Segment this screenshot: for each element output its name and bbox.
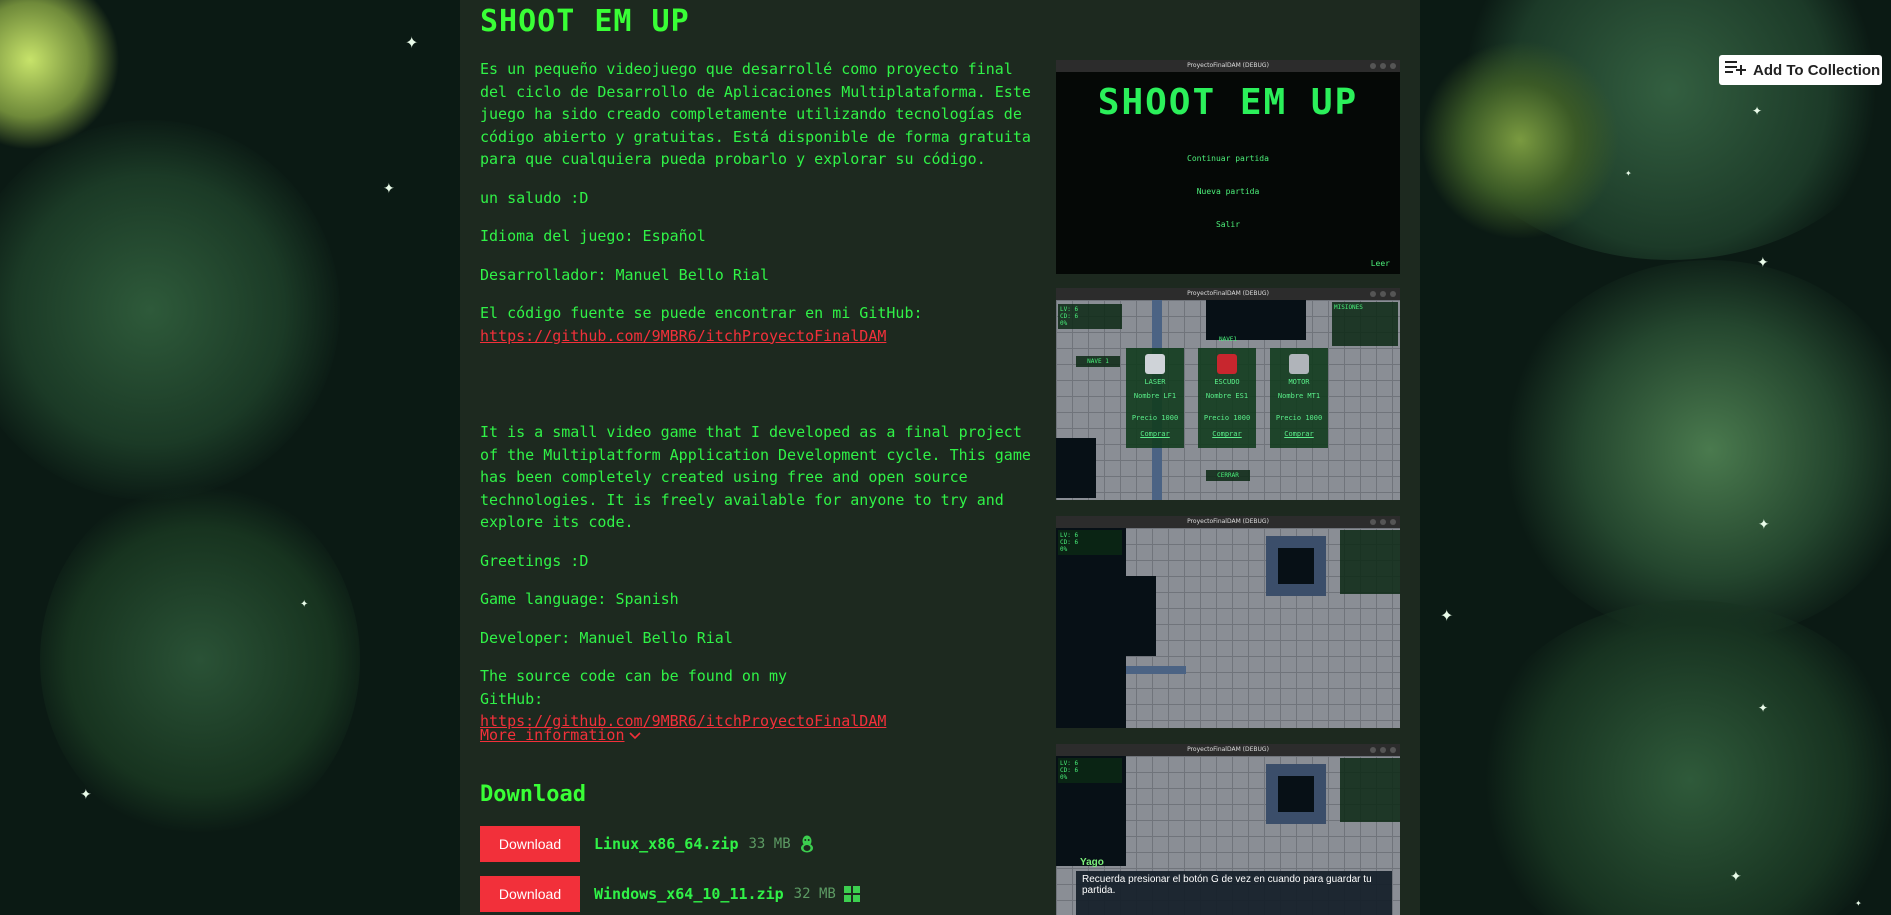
ship-label: NAVE 1 <box>1076 356 1120 367</box>
download-file-name: Windows_x64_10_11.zip <box>594 885 784 903</box>
dialog-box: Yago Recuerda presionar el botón G de ve… <box>1076 857 1392 915</box>
game-title: SHOOT EM UP <box>480 4 690 39</box>
more-information-link[interactable]: More information <box>480 726 641 744</box>
download-file-size: 33 MB <box>748 836 791 852</box>
more-information-label: More information <box>480 726 625 744</box>
player-hud: LV: 6 CD: 6 0% <box>1058 758 1122 783</box>
description-es-intro: Es un pequeño videojuego que desarrollé … <box>480 60 1031 168</box>
linux-icon <box>799 835 815 853</box>
window-title: ProyectoFinalDAM (DEBUG) <box>1187 290 1269 297</box>
screenshot-gameplay[interactable]: ProyectoFinalDAM (DEBUG) LV: 6 CD: 6 0% <box>1056 516 1400 728</box>
chevron-down-icon <box>628 726 641 744</box>
description-en-developer: Developer: Manuel Bello Rial <box>480 628 733 647</box>
download-file-size: 32 MB <box>793 886 836 902</box>
menu-exit: Salir <box>1215 220 1241 229</box>
download-row: Download Windows_x64_10_11.zip 32 MB <box>480 876 860 912</box>
add-to-collection-label: Add To Collection <box>1753 61 1881 79</box>
download-file-name: Linux_x86_64.zip <box>594 835 739 853</box>
description-es-language: Idioma del juego: Español <box>480 227 706 245</box>
window-titlebar: ProyectoFinalDAM (DEBUG) <box>1056 744 1400 756</box>
add-to-collection-button[interactable]: Add To Collection <box>1719 55 1882 85</box>
shop-item-engine: MOTOR Nombre MT1 Precio 1000 Comprar <box>1270 348 1328 448</box>
description-es-greeting: un saludo :D <box>480 188 589 207</box>
playlist-add-icon <box>1725 60 1753 80</box>
game-description: Es un pequeño videojuego que desarrollé … <box>480 58 1032 749</box>
shop-close: CERRAR <box>1206 470 1250 481</box>
shop-header: NAVE1 <box>1218 336 1238 343</box>
window-titlebar: ProyectoFinalDAM (DEBUG) <box>1056 516 1400 528</box>
window-titlebar: ProyectoFinalDAM (DEBUG) <box>1056 60 1400 72</box>
engine-icon <box>1289 354 1309 374</box>
download-button[interactable]: Download <box>480 826 580 862</box>
dialog-text: Recuerda presionar el botón G de vez en … <box>1082 874 1372 896</box>
missions-panel <box>1340 530 1400 594</box>
laser-icon <box>1145 354 1165 374</box>
description-en-greeting: Greetings :D <box>480 551 589 570</box>
player-hud: LV: 6 CD: 6 0% <box>1058 530 1122 555</box>
game-logo: SHOOT EM UP <box>1097 82 1359 123</box>
github-link-es[interactable]: https://github.com/9MBR6/itchProyectoFin… <box>480 327 886 345</box>
menu-read: Leer <box>1370 259 1390 268</box>
description-es-source: El código fuente se puede encontrar en m… <box>480 302 1032 347</box>
screenshot-title-screen[interactable]: ProyectoFinalDAM (DEBUG) SHOOT EM UP Con… <box>1056 60 1400 274</box>
missions-panel: MISIONES <box>1332 302 1398 346</box>
screenshot-shop[interactable]: ProyectoFinalDAM (DEBUG) LV: 6 CD: 6 0% MI… <box>1056 288 1400 500</box>
window-titlebar: ProyectoFinalDAM (DEBUG) <box>1056 288 1400 300</box>
shop-item-laser: LASER Nombre LF1 Precio 1000 Comprar <box>1126 348 1184 448</box>
description-es-developer: Desarrollador: Manuel Bello Rial <box>480 265 769 284</box>
player-hud: LV: 6 CD: 6 0% <box>1058 304 1122 329</box>
source-es-text: El código fuente se puede encontrar en m… <box>480 304 923 322</box>
description-en-source: The source code can be found on my GitHu… <box>480 665 886 733</box>
menu-continue: Continuar partida <box>1187 154 1269 163</box>
missions-panel <box>1340 758 1400 822</box>
description-en-intro: It is a small video game that I develope… <box>480 423 1031 531</box>
screenshot-dialog[interactable]: ProyectoFinalDAM (DEBUG) LV: 6 CD: 6 0% Ya… <box>1056 744 1400 915</box>
download-row: Download Linux_x86_64.zip 33 MB <box>480 826 815 862</box>
window-title: ProyectoFinalDAM (DEBUG) <box>1187 746 1269 753</box>
description-en-language: Game language: Spanish <box>480 590 679 608</box>
window-title: ProyectoFinalDAM (DEBUG) <box>1187 62 1269 69</box>
download-heading: Download <box>480 782 586 807</box>
dialog-speaker: Yago <box>1080 857 1104 868</box>
shield-icon <box>1217 354 1237 374</box>
window-title: ProyectoFinalDAM (DEBUG) <box>1187 518 1269 525</box>
menu-new-game: Nueva partida <box>1196 187 1260 196</box>
source-en-text: The source code can be found on my GitHu… <box>480 667 788 708</box>
game-page: SHOOT EM UP Es un pequeño videojuego que… <box>460 0 1420 915</box>
download-button[interactable]: Download <box>480 876 580 912</box>
shop-item-shield: ESCUDO Nombre ES1 Precio 1000 Comprar <box>1198 348 1256 448</box>
windows-icon <box>843 886 860 902</box>
